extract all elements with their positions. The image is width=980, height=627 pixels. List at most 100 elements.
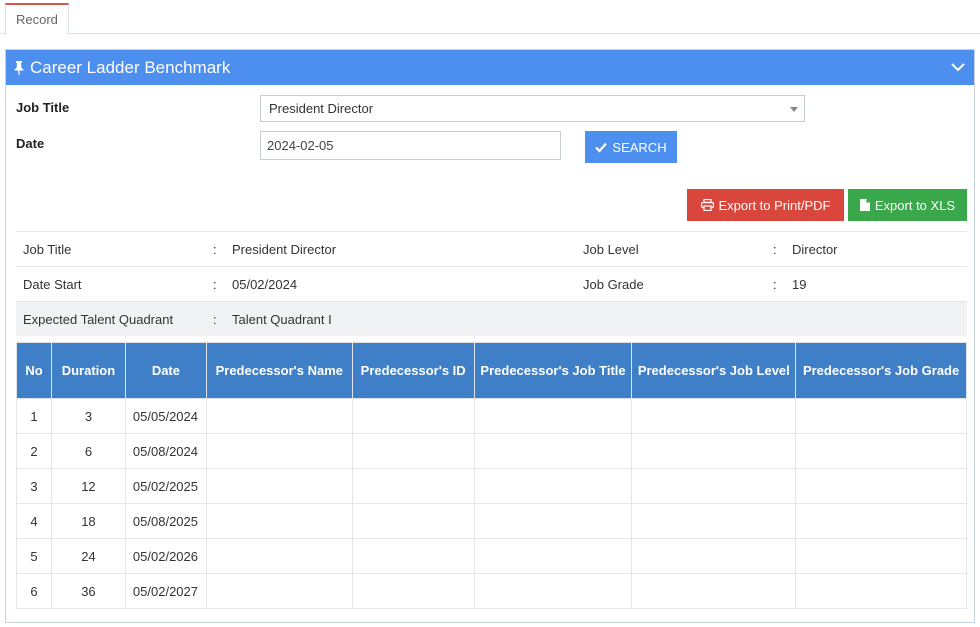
- cell-predecessor-job-level: [631, 538, 797, 574]
- column-header-no[interactable]: No: [16, 342, 52, 399]
- cell-predecessor-job-level: [631, 398, 797, 434]
- info-separator: :: [213, 312, 217, 327]
- column-header-predecessor-job-grade[interactable]: Predecessor's Job Grade: [795, 342, 967, 399]
- job-title-select[interactable]: President Director: [260, 95, 805, 122]
- cell-predecessor-name: [205, 503, 353, 539]
- cell-date: 05/02/2027: [124, 573, 207, 609]
- cell-duration: 18: [50, 503, 126, 539]
- info-row: Date Start : 05/02/2024 Job Grade : 19: [16, 266, 967, 301]
- info-separator: :: [773, 242, 777, 257]
- printer-icon: [700, 199, 714, 211]
- cell-predecessor-job-title: [473, 398, 633, 434]
- cell-predecessor-job-title: [473, 573, 633, 609]
- cell-predecessor-name: [205, 468, 353, 504]
- column-header-predecessor-job-title[interactable]: Predecessor's Job Title: [473, 342, 633, 399]
- cell-predecessor-id: [351, 433, 475, 469]
- file-icon: [859, 199, 870, 211]
- cell-predecessor-job-title: [473, 433, 633, 469]
- export-pdf-button[interactable]: Export to Print/PDF: [687, 189, 844, 221]
- info-job-level-label: Job Level: [583, 242, 639, 257]
- tab-bar: Record: [0, 0, 980, 35]
- cell-predecessor-job-level: [631, 573, 797, 609]
- cell-predecessor-name: [205, 398, 353, 434]
- table-header-row: No Duration Date Predecessor's Name Pred…: [16, 342, 967, 399]
- cell-predecessor-job-level: [631, 468, 797, 504]
- cell-predecessor-job-level: [631, 433, 797, 469]
- export-xls-label: Export to XLS: [874, 197, 956, 213]
- cell-predecessor-job-grade: [795, 398, 967, 434]
- date-input[interactable]: [260, 131, 561, 160]
- cell-date: 05/05/2024: [124, 398, 207, 434]
- info-job-title-value: President Director: [232, 242, 337, 257]
- cell-no: 1: [16, 398, 52, 434]
- export-xls-button[interactable]: Export to XLS: [848, 189, 967, 221]
- info-talent-value: Talent Quadrant I: [232, 312, 332, 327]
- career-ladder-panel: Career Ladder Benchmark Job Title Presid…: [5, 49, 975, 623]
- cell-predecessor-name: [205, 573, 353, 609]
- cell-no: 5: [16, 538, 52, 574]
- cell-predecessor-job-grade: [795, 503, 967, 539]
- table-row: 6 36 05/02/2027: [16, 573, 967, 609]
- table-row: 5 24 05/02/2026: [16, 538, 967, 574]
- column-header-date[interactable]: Date: [124, 342, 207, 399]
- cell-duration: 24: [50, 538, 126, 574]
- info-job-grade-value: 19: [792, 277, 807, 292]
- check-icon: [595, 142, 608, 153]
- cell-date: 05/08/2025: [124, 503, 207, 539]
- column-header-predecessor-job-level[interactable]: Predecessor's Job Level: [631, 342, 797, 399]
- cell-predecessor-job-level: [631, 503, 797, 539]
- cell-duration: 3: [50, 398, 126, 434]
- cell-predecessor-job-grade: [795, 538, 967, 574]
- cell-predecessor-name: [205, 433, 353, 469]
- cell-no: 3: [16, 468, 52, 504]
- cell-predecessor-job-grade: [795, 433, 967, 469]
- cell-date: 05/08/2024: [124, 433, 207, 469]
- panel-title: Career Ladder Benchmark: [30, 58, 231, 77]
- table-row: 4 18 05/08/2025: [16, 503, 967, 539]
- cell-predecessor-id: [351, 398, 475, 434]
- info-talent-label: Expected Talent Quadrant: [23, 312, 174, 327]
- cell-predecessor-job-title: [473, 468, 633, 504]
- career-ladder-table: No Duration Date Predecessor's Name Pred…: [16, 342, 967, 609]
- tab-record[interactable]: Record: [5, 3, 69, 35]
- date-label: Date: [16, 136, 45, 151]
- info-date-start-value: 05/02/2024: [232, 277, 298, 292]
- job-info-summary: Job Title : President Director Job Level…: [16, 231, 967, 336]
- cell-no: 2: [16, 433, 52, 469]
- column-header-predecessor-name[interactable]: Predecessor's Name: [205, 342, 353, 399]
- info-separator: :: [213, 277, 217, 292]
- table-row: 1 3 05/05/2024: [16, 398, 967, 434]
- cell-predecessor-id: [351, 573, 475, 609]
- job-title-label: Job Title: [16, 100, 70, 115]
- info-separator: :: [773, 277, 777, 292]
- cell-predecessor-id: [351, 503, 475, 539]
- column-header-duration[interactable]: Duration: [50, 342, 126, 399]
- cell-predecessor-id: [351, 538, 475, 574]
- search-button[interactable]: SEARCH: [585, 131, 677, 163]
- cell-predecessor-job-grade: [795, 468, 967, 504]
- info-job-grade-label: Job Grade: [583, 277, 644, 292]
- job-title-selected: President Director: [269, 101, 374, 116]
- cell-no: 4: [16, 503, 52, 539]
- caret-down-icon: [790, 107, 798, 112]
- cell-predecessor-job-title: [473, 538, 633, 574]
- cell-date: 05/02/2025: [124, 468, 207, 504]
- cell-duration: 6: [50, 433, 126, 469]
- panel-header[interactable]: Career Ladder Benchmark: [6, 50, 974, 85]
- info-separator: :: [213, 242, 217, 257]
- table-row: 3 12 05/02/2025: [16, 468, 967, 504]
- cell-no: 6: [16, 573, 52, 609]
- panel-title-wrap: Career Ladder Benchmark: [14, 50, 230, 85]
- cell-predecessor-job-grade: [795, 573, 967, 609]
- info-row: Job Title : President Director Job Level…: [16, 231, 967, 266]
- info-date-start-label: Date Start: [23, 277, 82, 292]
- info-job-title-label: Job Title: [23, 242, 72, 257]
- cell-date: 05/02/2026: [124, 538, 207, 574]
- cell-duration: 12: [50, 468, 126, 504]
- cell-duration: 36: [50, 573, 126, 609]
- search-button-label: SEARCH: [612, 139, 667, 155]
- chevron-down-icon[interactable]: [950, 59, 966, 75]
- cell-predecessor-name: [205, 538, 353, 574]
- info-job-level-value: Director: [792, 242, 838, 257]
- column-header-predecessor-id[interactable]: Predecessor's ID: [351, 342, 475, 399]
